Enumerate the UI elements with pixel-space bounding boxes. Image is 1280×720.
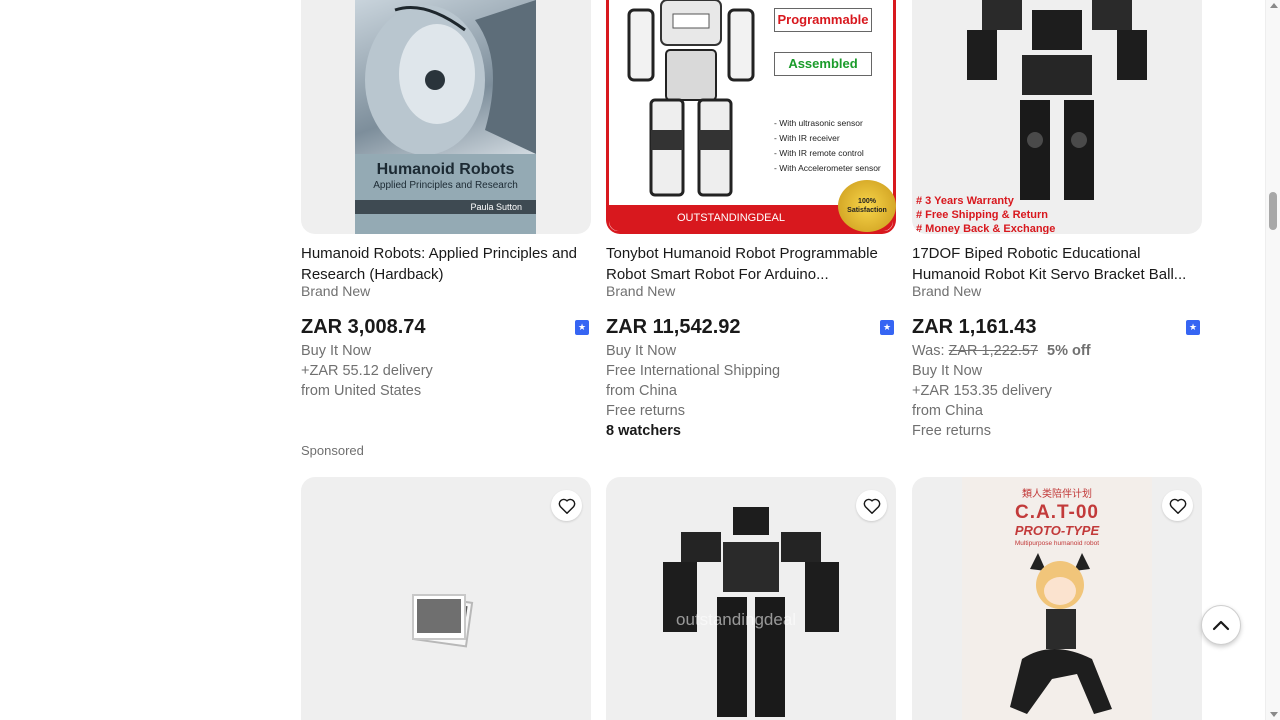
chevron-up-icon bbox=[1212, 620, 1230, 631]
cover-title: C.A.T-00 bbox=[1014, 502, 1100, 523]
listing-image[interactable]: 類人类陪伴计划 C.A.T-00 PROTO-TYPE Multipurpose… bbox=[912, 477, 1202, 720]
heart-icon[interactable] bbox=[1162, 490, 1193, 521]
cover-subtitle: PROTO-TYPE bbox=[1014, 523, 1100, 538]
scroll-down-arrow[interactable] bbox=[1270, 712, 1278, 717]
listing-image[interactable]: outstandingdeal bbox=[606, 477, 896, 720]
listing-card[interactable]: 類人类陪伴计划 C.A.T-00 PROTO-TYPE Multipurpose… bbox=[912, 0, 1202, 720]
listing-image[interactable] bbox=[301, 477, 591, 720]
anime-figure-illustration bbox=[1010, 553, 1112, 714]
product-box-cover: 類人类陪伴计划 C.A.T-00 PROTO-TYPE Multipurpose… bbox=[962, 477, 1152, 720]
heart-icon[interactable] bbox=[551, 490, 582, 521]
page-scrollbar[interactable] bbox=[1265, 0, 1280, 720]
listing-card[interactable]: outstandingdeal bbox=[606, 0, 896, 720]
scroll-thumb[interactable] bbox=[1269, 192, 1277, 230]
cover-top-text: 類人类陪伴计划 bbox=[1022, 489, 1092, 500]
back-to-top-button[interactable] bbox=[1201, 605, 1241, 645]
scroll-up-arrow[interactable] bbox=[1270, 3, 1278, 8]
cover-caption: Multipurpose humanoid robot bbox=[1014, 540, 1100, 547]
watermark: outstandingdeal bbox=[676, 610, 797, 629]
listing-card[interactable] bbox=[301, 0, 591, 720]
heart-icon[interactable] bbox=[856, 490, 887, 521]
image-placeholder-icon bbox=[412, 594, 474, 648]
